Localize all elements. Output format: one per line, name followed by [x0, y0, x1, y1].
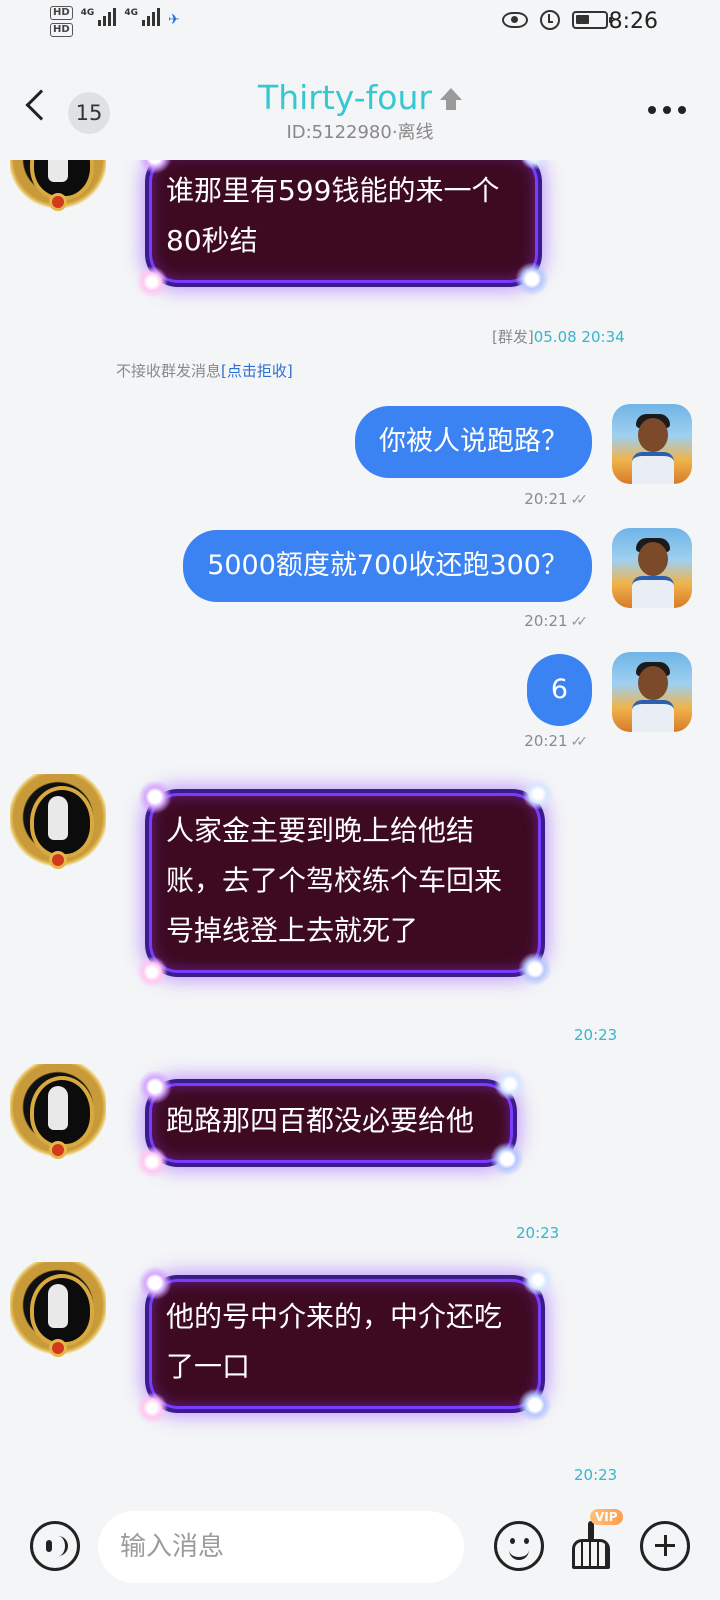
message-timestamp: 20:21	[524, 490, 568, 508]
message-text: 账，去了个驾校练个车回来	[166, 864, 503, 897]
message-text: 跑路那四百都没必要给他	[166, 1104, 475, 1137]
incoming-message-bubble[interactable]: 他的号中介来的，中介还吃 了一口	[136, 1264, 555, 1424]
broadcast-tag: [群发]	[492, 328, 534, 346]
contact-status: ID:5122980·离线	[286, 121, 434, 143]
more-options-icon[interactable]	[648, 106, 686, 114]
outgoing-message-bubble[interactable]: 6	[526, 654, 592, 726]
message-timestamp: 20:23	[516, 1224, 560, 1242]
message-time: [群发]05.08 20:34	[492, 326, 625, 347]
outgoing-message-bubble[interactable]: 5000额度就700收还跑300？	[183, 530, 592, 602]
message-text: 谁那里有599钱能的来一个	[166, 174, 500, 207]
upload-arrow-icon	[439, 87, 462, 114]
message-time: 20:21 ✓✓	[524, 612, 589, 630]
contact-name[interactable]: Thirty-four	[258, 78, 432, 117]
hd-indicators: HD HD	[50, 6, 73, 37]
read-check-icon: ✓✓	[570, 614, 589, 630]
message-timestamp: 05.08 20:34	[533, 328, 625, 346]
message-input[interactable]	[98, 1511, 464, 1583]
vip-badge: VIP	[590, 1509, 623, 1525]
read-check-icon: ✓✓	[570, 734, 589, 750]
message-timestamp: 20:21	[524, 612, 568, 630]
bird-notification-icon: ✈	[167, 12, 180, 28]
input-bar: VIP	[0, 1495, 720, 1600]
voice-icon[interactable]	[30, 1521, 80, 1571]
signal-icon: 4G	[124, 8, 160, 26]
battery-icon	[572, 11, 612, 29]
incoming-message-bubble[interactable]: 人家金主要到晚上给他结 账，去了个驾校练个车回来 号掉线登上去就死了	[136, 778, 555, 988]
contact-avatar[interactable]	[10, 774, 106, 870]
reject-broadcast-link[interactable]: [点击拒收]	[221, 362, 293, 380]
chat-messages[interactable]: 谁那里有599钱能的来一个 80秒结 [群发]05.08 20:34 不接收群发…	[0, 160, 720, 1495]
broom-icon[interactable]	[566, 1521, 616, 1573]
alarm-icon	[540, 10, 560, 30]
read-check-icon: ✓✓	[570, 492, 589, 508]
status-right	[502, 10, 612, 30]
title-block: Thirty-four ID:5122980·离线	[0, 78, 720, 144]
incoming-message-bubble[interactable]: 谁那里有599钱能的来一个 80秒结	[136, 160, 552, 298]
incoming-message-bubble[interactable]: 跑路那四百都没必要给他	[136, 1068, 527, 1178]
message-text: 了一口	[166, 1350, 251, 1383]
message-text: 号掉线登上去就死了	[166, 914, 419, 947]
emoji-icon[interactable]	[494, 1521, 544, 1571]
message-timestamp: 20:23	[574, 1466, 618, 1484]
clock: 8:26	[608, 9, 658, 34]
plus-icon[interactable]	[640, 1521, 690, 1571]
message-text: 80秒结	[166, 224, 258, 257]
contact-avatar[interactable]	[10, 160, 106, 212]
hd-icon: HD	[50, 6, 73, 20]
outgoing-message-bubble[interactable]: 你被人说跑路？	[355, 406, 592, 478]
message-text: 人家金主要到晚上给他结	[166, 814, 475, 847]
hd-icon: HD	[50, 23, 73, 37]
network-type: 4G	[80, 8, 95, 18]
chat-header: 15 Thirty-four ID:5122980·离线	[0, 70, 720, 160]
status-left: HD HD 4G 4G ✈	[50, 6, 180, 37]
network-type: 4G	[124, 8, 138, 18]
notice-text: 不接收群发消息	[116, 362, 222, 380]
message-text: 他的号中介来的，中介还吃	[166, 1300, 503, 1333]
message-timestamp: 20:23	[574, 1026, 618, 1044]
message-timestamp: 20:21	[524, 732, 568, 750]
contact-avatar[interactable]	[10, 1064, 106, 1160]
my-avatar[interactable]	[612, 404, 692, 484]
my-avatar[interactable]	[612, 528, 692, 608]
broadcast-notice: 不接收群发消息[点击拒收]	[116, 360, 293, 381]
eye-icon	[502, 12, 528, 28]
message-time: 20:21 ✓✓	[524, 490, 589, 508]
my-avatar[interactable]	[612, 652, 692, 732]
status-bar: HD HD 4G 4G ✈ 8:26	[0, 0, 720, 50]
signal-icon: 4G	[81, 8, 117, 26]
message-time: 20:21 ✓✓	[524, 732, 589, 750]
contact-avatar[interactable]	[10, 1262, 106, 1358]
